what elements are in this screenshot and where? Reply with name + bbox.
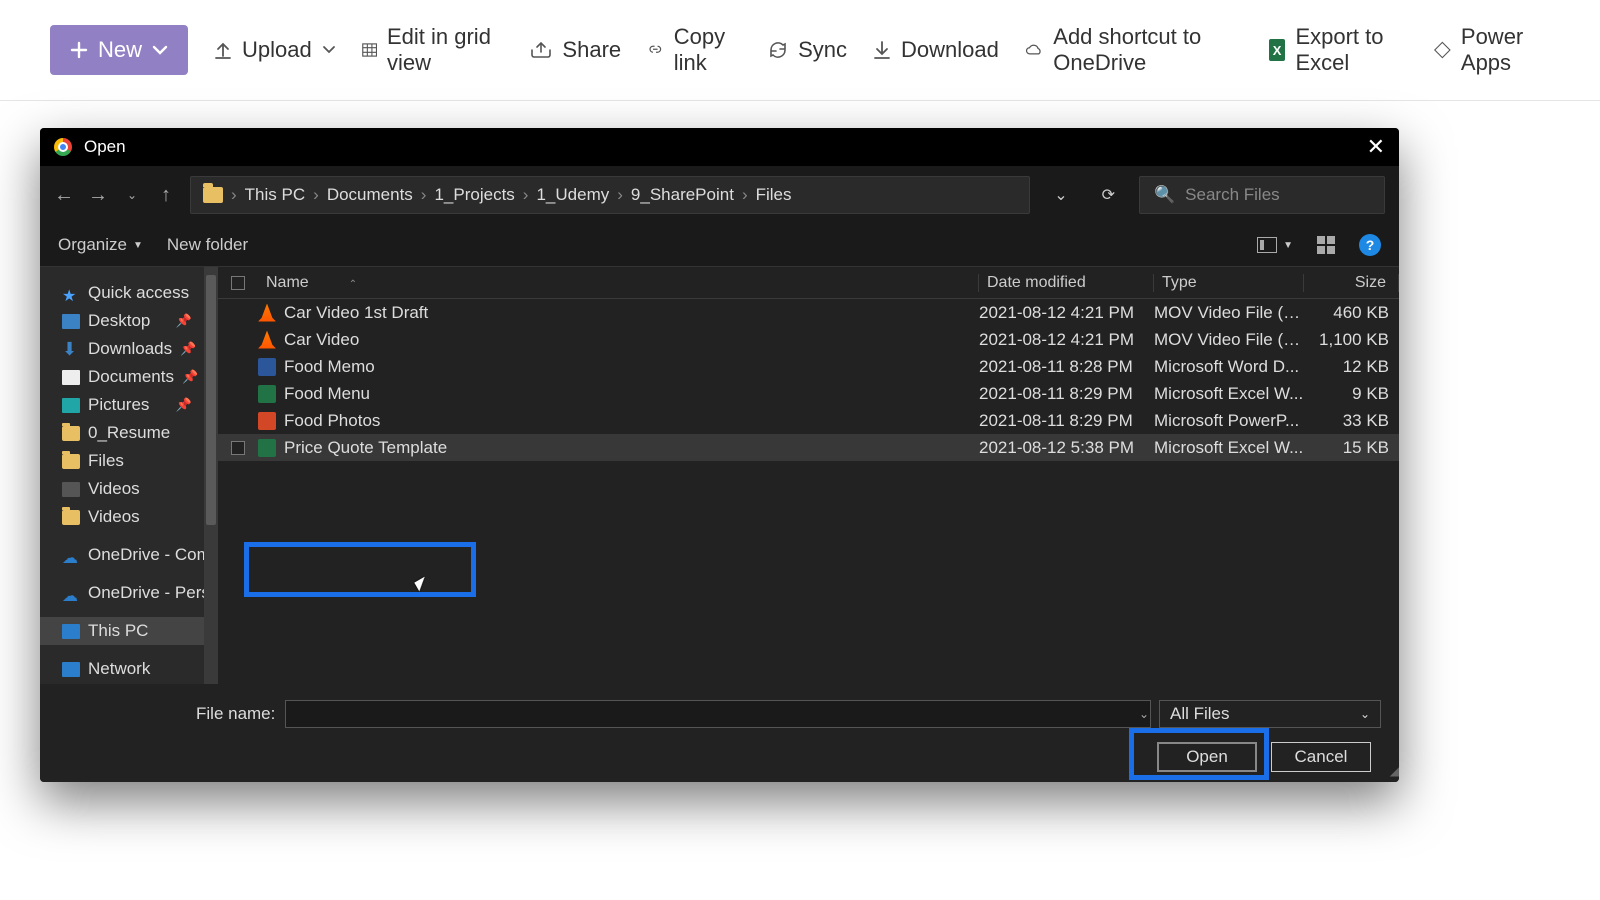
tree-quick-access[interactable]: ★Quick access (40, 279, 218, 307)
dialog-toolbar: Organize ▼ New folder ▼ ? (40, 224, 1399, 267)
file-list: Name⌃ Date modified Type Size Car Video … (218, 267, 1399, 684)
edit-grid-button[interactable]: Edit in grid view (362, 24, 505, 76)
tree-scrollbar[interactable] (204, 267, 218, 684)
column-type[interactable]: Type (1154, 274, 1304, 292)
copy-link-button[interactable]: Copy link (647, 24, 742, 76)
search-box[interactable]: 🔍 (1139, 176, 1385, 214)
add-shortcut-button[interactable]: Add shortcut to OneDrive (1025, 24, 1243, 76)
download-icon (873, 40, 891, 60)
download-button[interactable]: Download (873, 37, 999, 63)
chrome-icon (54, 138, 72, 156)
chevron-down-icon (152, 44, 168, 56)
recent-locations-button[interactable]: ⌄ (122, 188, 142, 202)
file-name-input[interactable] (285, 700, 1151, 728)
tree-videos-1[interactable]: Videos (40, 475, 218, 503)
file-row[interactable]: Car Video 2021-08-12 4:21 PMMOV Video Fi… (218, 326, 1399, 353)
help-button[interactable]: ? (1359, 234, 1381, 256)
breadcrumb-history-button[interactable]: ⌄ (1044, 185, 1077, 205)
tree-files[interactable]: Files (40, 447, 218, 475)
organize-button[interactable]: Organize ▼ (58, 235, 143, 255)
link-icon (647, 41, 664, 59)
dialog-footer: File name: ⌄ All Files⌄ Open Cancel ◢ (40, 684, 1399, 782)
file-name-label: File name: (196, 704, 275, 724)
excel-icon: X (1269, 39, 1286, 61)
word-icon (258, 358, 276, 376)
tree-desktop[interactable]: Desktop📌 (40, 307, 218, 335)
upload-icon (214, 40, 232, 60)
tree-resume[interactable]: 0_Resume (40, 419, 218, 447)
column-date[interactable]: Date modified (979, 274, 1154, 292)
tree-pictures[interactable]: Pictures📌 (40, 391, 218, 419)
breadcrumb[interactable]: › This PC› Documents› 1_Projects› 1_Udem… (190, 176, 1030, 214)
tree-this-pc[interactable]: This PC (40, 617, 218, 645)
select-all-checkbox[interactable] (218, 276, 258, 290)
tree-network[interactable]: Network (40, 655, 218, 683)
cancel-button[interactable]: Cancel (1271, 742, 1371, 772)
column-name[interactable]: Name⌃ (258, 274, 979, 292)
sync-button[interactable]: Sync (768, 37, 847, 63)
share-icon (530, 41, 552, 59)
onedrive-icon (1025, 41, 1043, 59)
dialog-titlebar: Open ✕ (40, 128, 1399, 166)
excel-icon (258, 439, 276, 457)
file-type-filter[interactable]: All Files⌄ (1159, 700, 1381, 728)
sharepoint-toolbar: New Upload Edit in grid view Share Copy … (0, 0, 1600, 101)
upload-button[interactable]: Upload (214, 37, 336, 63)
new-label: New (98, 37, 142, 63)
grid-icon (362, 41, 377, 59)
column-headers: Name⌃ Date modified Type Size (218, 267, 1399, 299)
powerpoint-icon (258, 412, 276, 430)
view-list-button[interactable]: ▼ (1257, 237, 1293, 253)
file-row[interactable]: Food Photos 2021-08-11 8:29 PMMicrosoft … (218, 407, 1399, 434)
tree-downloads[interactable]: ⬇Downloads📌 (40, 335, 218, 363)
file-open-dialog: Open ✕ ← → ⌄ ↑ › This PC› Documents› 1_P… (40, 128, 1399, 782)
column-size[interactable]: Size (1304, 274, 1399, 292)
close-button[interactable]: ✕ (1367, 134, 1385, 160)
excel-icon (258, 385, 276, 403)
file-row[interactable]: Food Menu 2021-08-11 8:29 PMMicrosoft Ex… (218, 380, 1399, 407)
forward-button[interactable]: → (88, 184, 108, 207)
tree-onedrive-comp[interactable]: ☁OneDrive - Comp (40, 541, 218, 569)
vlc-icon (258, 331, 276, 349)
open-button[interactable]: Open (1157, 742, 1257, 772)
search-icon: 🔍 (1154, 185, 1175, 205)
power-apps-button[interactable]: Power Apps (1434, 24, 1550, 76)
new-button[interactable]: New (50, 25, 188, 75)
file-row[interactable]: Car Video 1st Draft 2021-08-12 4:21 PMMO… (218, 299, 1399, 326)
share-button[interactable]: Share (530, 37, 621, 63)
nav-tree[interactable]: ★Quick access Desktop📌 ⬇Downloads📌 Docum… (40, 267, 218, 684)
tree-onedrive-personal[interactable]: ☁OneDrive - Persor (40, 579, 218, 607)
view-thumbnail-button[interactable] (1317, 236, 1335, 254)
tree-videos-2[interactable]: Videos (40, 503, 218, 531)
search-input[interactable] (1185, 185, 1399, 205)
up-button[interactable]: ↑ (156, 184, 176, 207)
file-row-selected[interactable]: Price Quote Template 2021-08-12 5:38 PMM… (218, 434, 1399, 461)
power-apps-icon (1434, 39, 1451, 61)
dialog-navbar: ← → ⌄ ↑ › This PC› Documents› 1_Projects… (40, 166, 1399, 224)
dialog-title: Open (84, 137, 126, 157)
resize-grip[interactable]: ◢ (1390, 764, 1395, 778)
tree-documents[interactable]: Documents📌 (40, 363, 218, 391)
new-folder-button[interactable]: New folder (167, 235, 248, 255)
plus-icon (70, 41, 88, 59)
back-button[interactable]: ← (54, 184, 74, 207)
refresh-button[interactable]: ⟳ (1092, 185, 1125, 205)
vlc-icon (258, 304, 276, 322)
export-excel-button[interactable]: X Export to Excel (1269, 24, 1409, 76)
chevron-down-icon (322, 45, 336, 55)
file-row[interactable]: Food Memo 2021-08-11 8:28 PMMicrosoft Wo… (218, 353, 1399, 380)
folder-icon (203, 187, 223, 203)
sync-icon (768, 40, 788, 60)
